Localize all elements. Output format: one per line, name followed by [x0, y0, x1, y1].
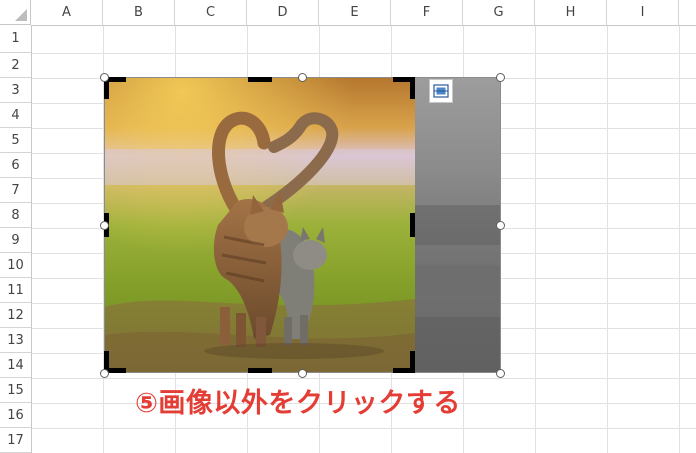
row-header-16[interactable]: 16	[0, 403, 31, 428]
layout-options-icon	[433, 84, 449, 98]
column-header-b[interactable]: B	[103, 0, 175, 25]
row-header-13[interactable]: 13	[0, 328, 31, 353]
column-gridline	[607, 0, 608, 453]
column-header-h[interactable]: H	[535, 0, 607, 25]
row-gridline	[0, 378, 696, 379]
row-gridline	[0, 428, 696, 429]
instruction-annotation: ⑤画像以外をクリックする	[135, 388, 461, 419]
row-header-3[interactable]: 3	[0, 78, 31, 103]
resize-handle-middle-right[interactable]	[496, 221, 505, 230]
row-header-4[interactable]: 4	[0, 103, 31, 128]
resize-handle-top-right[interactable]	[496, 73, 505, 82]
column-header-a[interactable]: A	[31, 0, 103, 25]
column-header-d[interactable]: D	[247, 0, 319, 25]
select-all-corner[interactable]	[0, 0, 31, 25]
layout-options-button[interactable]	[429, 79, 453, 103]
column-gridline	[535, 0, 536, 453]
resize-handle-top-center[interactable]	[298, 73, 307, 82]
row-header-10[interactable]: 10	[0, 253, 31, 278]
row-header-14[interactable]: 14	[0, 353, 31, 378]
row-header-5[interactable]: 5	[0, 128, 31, 153]
resize-handle-middle-left[interactable]	[100, 221, 109, 230]
row-header-1[interactable]: 1	[0, 25, 31, 53]
column-header-bar: ABCDEFGHI	[0, 0, 696, 26]
cat-photo	[104, 77, 501, 373]
column-header-c[interactable]: C	[175, 0, 247, 25]
cropping-picture[interactable]	[100, 73, 505, 378]
resize-handle-bottom-right[interactable]	[496, 369, 505, 378]
row-header-17[interactable]: 17	[0, 428, 31, 453]
row-header-8[interactable]: 8	[0, 203, 31, 228]
row-header-15[interactable]: 15	[0, 378, 31, 403]
column-header-i[interactable]: I	[607, 0, 679, 25]
row-header-11[interactable]: 11	[0, 278, 31, 303]
column-gridline	[679, 0, 680, 453]
select-all-triangle-icon	[15, 9, 27, 21]
column-header-g[interactable]: G	[463, 0, 535, 25]
row-header-12[interactable]: 12	[0, 303, 31, 328]
row-header-6[interactable]: 6	[0, 153, 31, 178]
row-header-bar: 1 2 3 4 5 6 7 8 9 10 11 12 13 14 15 16 17	[0, 25, 32, 453]
row-header-2[interactable]: 2	[0, 53, 31, 78]
column-header-e[interactable]: E	[319, 0, 391, 25]
resize-handle-top-left[interactable]	[100, 73, 109, 82]
resize-handle-bottom-center[interactable]	[298, 369, 307, 378]
row-gridline	[0, 53, 696, 54]
resize-handle-bottom-left[interactable]	[100, 369, 109, 378]
column-header-f[interactable]: F	[391, 0, 463, 25]
row-header-7[interactable]: 7	[0, 178, 31, 203]
row-header-9[interactable]: 9	[0, 228, 31, 253]
spreadsheet-grid[interactable]: ABCDEFGHI 1 2 3 4 5 6 7 8 9 10 11 12 13 14 15 16 17	[0, 0, 696, 453]
